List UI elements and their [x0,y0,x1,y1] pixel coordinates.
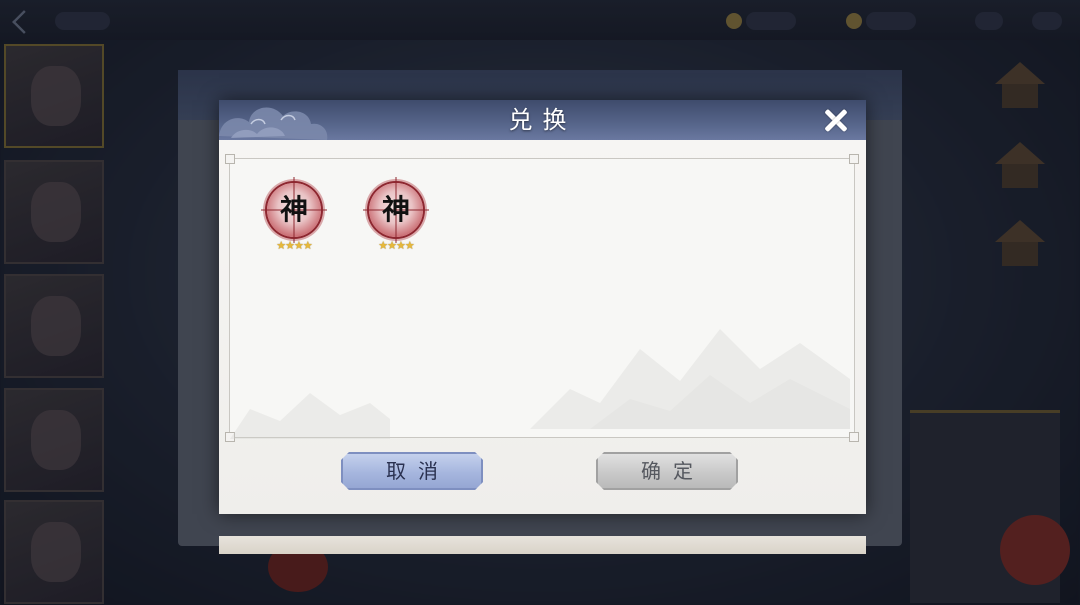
dialog-footer-strip [219,536,866,554]
token-glyph: 神 [381,193,410,226]
exchange-dialog: 兑换 神 ★★★★ 神 ★★★★ [219,100,866,554]
cancel-button[interactable]: 取消 [341,452,483,490]
frame-corner-decoration [849,154,859,164]
mountain-decoration [230,393,390,439]
token-glyph: 神 [279,193,308,226]
reward-item[interactable]: 神 ★★★★ [257,177,327,263]
close-icon[interactable] [819,104,853,138]
mountain-decoration [530,329,850,429]
confirm-button[interactable]: 确定 [596,452,738,490]
frame-corner-decoration [849,432,859,442]
reward-item[interactable]: 神 ★★★★ [359,177,429,263]
dialog-title: 兑换 [508,106,577,134]
dialog-body: 神 ★★★★ 神 ★★★★ [219,140,866,554]
frame-corner-decoration [225,154,235,164]
star-rating: ★★★★ [378,239,414,252]
dialog-header: 兑换 [219,100,866,140]
reward-list: 神 ★★★★ 神 ★★★★ [225,154,859,442]
star-rating: ★★★★ [276,239,312,252]
